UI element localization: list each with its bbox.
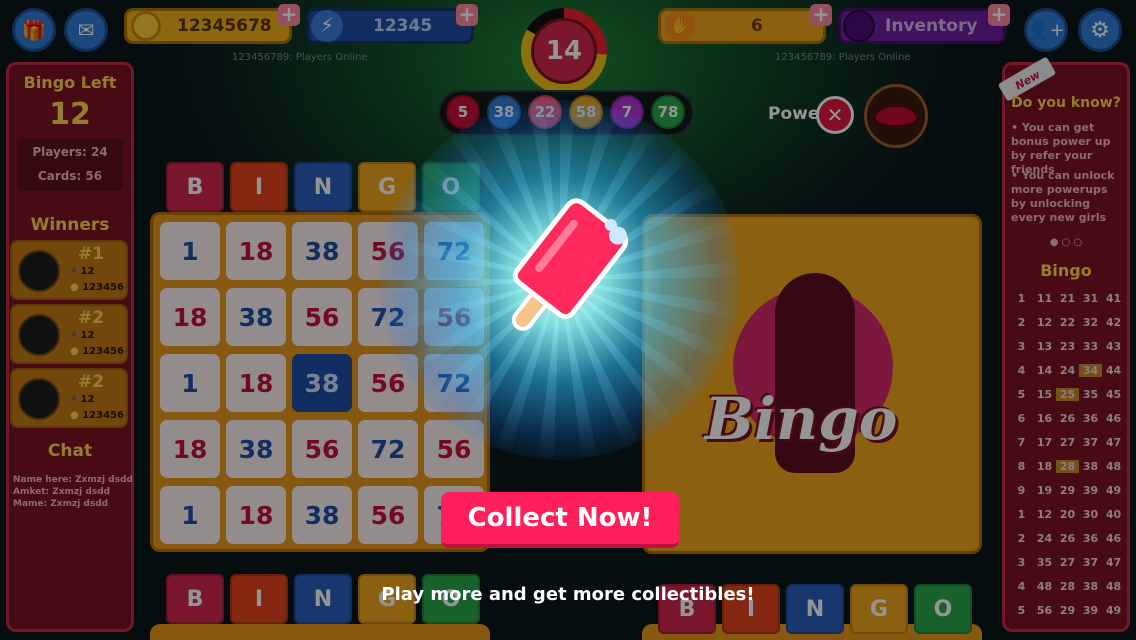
collect-now-button[interactable]: Collect Now!	[441, 492, 679, 548]
modal-message: Play more and get more collectibles!	[381, 584, 755, 605]
popsicle-icon	[511, 198, 629, 331]
collect-now-label: Collect Now!	[467, 503, 653, 533]
game-screen: 🎁 ✉ 12345678 + 123456789: Players Online…	[0, 0, 1136, 640]
